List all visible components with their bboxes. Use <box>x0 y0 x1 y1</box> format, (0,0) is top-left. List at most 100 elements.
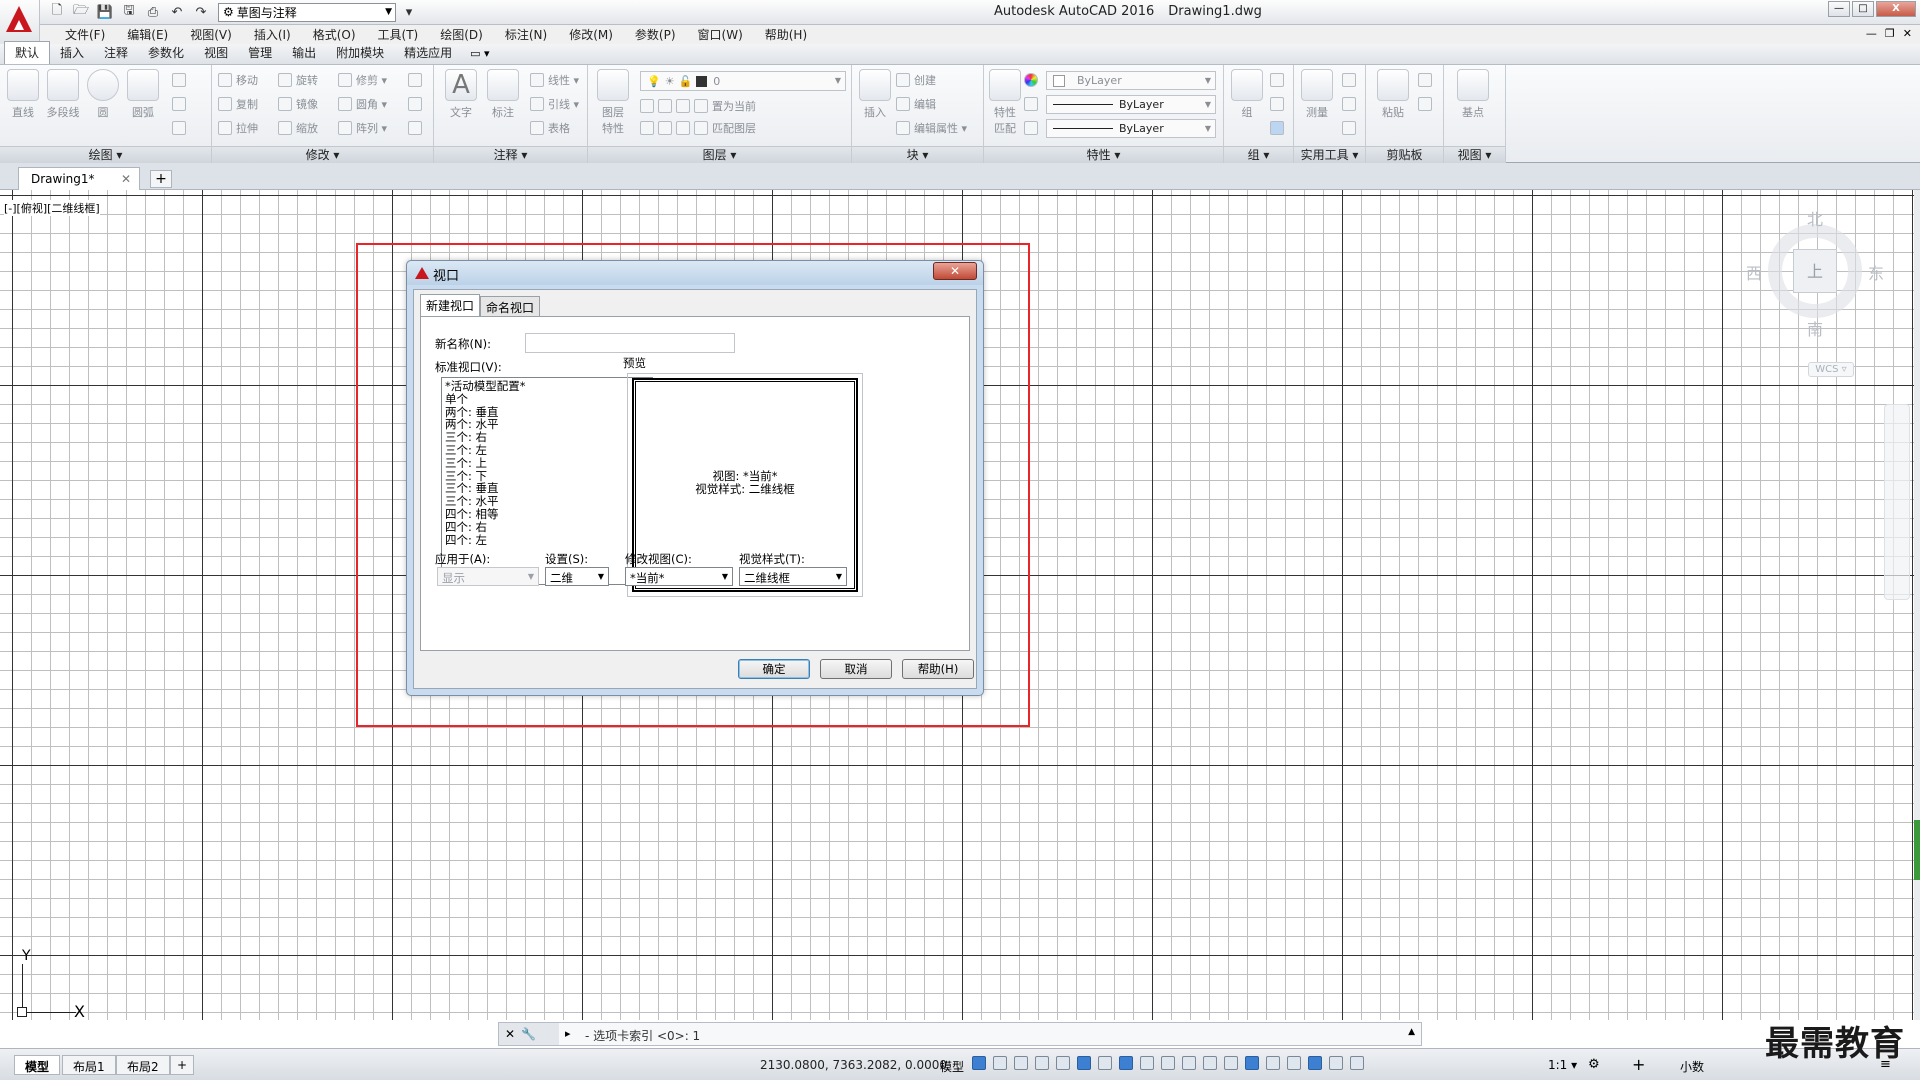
explode-tool[interactable] <box>408 95 422 113</box>
ribbon-tab-6[interactable]: 输出 <box>282 42 326 64</box>
ortho-icon[interactable] <box>1056 1056 1070 1070</box>
mirror-tool[interactable]: 镜像 <box>278 95 318 113</box>
group-edit-tool[interactable] <box>1270 95 1284 113</box>
layer-set-current-icon[interactable] <box>694 99 708 113</box>
annotation-scale-icon[interactable] <box>1350 1056 1364 1070</box>
compass-north[interactable]: 北 <box>1807 206 1823 230</box>
rotate-tool[interactable]: 旋转 <box>278 71 318 89</box>
dynamic-ucs-icon[interactable] <box>1245 1056 1259 1070</box>
save-as-icon[interactable]: 🖫 <box>118 2 140 22</box>
dimension-tool[interactable]: 标注 <box>484 69 522 120</box>
block-panel-title[interactable]: 块 ▾ <box>852 146 983 163</box>
list-item[interactable]: 单个 <box>445 392 649 406</box>
layers-panel-title[interactable]: 图层 ▾ <box>588 146 851 163</box>
layer-freeze-icon[interactable] <box>676 99 690 113</box>
linetype-select[interactable]: ByLayer ▼ <box>1046 95 1216 114</box>
quick-select-tool[interactable] <box>1342 71 1356 89</box>
object-snap-icon[interactable] <box>1140 1056 1154 1070</box>
trim-tool[interactable]: 修剪 ▾ <box>338 71 387 89</box>
leader-tool[interactable]: 引线 ▾ <box>530 95 579 113</box>
object-snap-tracking-icon[interactable] <box>1119 1056 1133 1070</box>
isometric-icon[interactable] <box>1098 1056 1112 1070</box>
insert-block-tool[interactable]: 插入 <box>856 69 894 120</box>
dialog-close-button[interactable]: ✕ <box>933 262 977 280</box>
list-item[interactable]: 四个: 右 <box>445 520 649 534</box>
new-file-icon[interactable]: 🗋 <box>46 2 68 22</box>
layer-on-icon[interactable] <box>640 121 654 135</box>
group-tool[interactable]: 组 <box>1228 69 1266 120</box>
grid-icon[interactable] <box>972 1056 986 1070</box>
selection-filter-icon[interactable] <box>1266 1056 1280 1070</box>
layer-properties-tool[interactable]: 图层 特性 <box>594 69 632 136</box>
measure-tool[interactable]: 测量 <box>1298 69 1336 120</box>
help-button[interactable]: 帮助(H) <box>902 659 974 679</box>
scrollbar-thumb[interactable] <box>1914 820 1920 880</box>
transparency-icon[interactable] <box>1182 1056 1196 1070</box>
polar-tracking-icon[interactable] <box>1077 1056 1091 1070</box>
menu-item-5[interactable]: 工具(T) <box>367 26 430 43</box>
paste-tool[interactable]: 粘贴 <box>1374 69 1412 120</box>
close-icon[interactable]: ✕ <box>505 1027 515 1041</box>
lineweight-toggle-icon[interactable] <box>1161 1056 1175 1070</box>
copy-tool[interactable]: 复制 <box>218 95 258 113</box>
list-item[interactable]: 四个: 左 <box>445 533 649 547</box>
erase-tool[interactable] <box>408 71 422 89</box>
rectangle-tool[interactable] <box>172 71 186 89</box>
menu-item-9[interactable]: 参数(P) <box>624 26 687 43</box>
polyline-tool[interactable]: 多段线 <box>44 69 82 120</box>
ribbon-tab-7[interactable]: 附加模块 <box>326 42 394 64</box>
layer-thaw-icon[interactable] <box>676 121 690 135</box>
edit-block-tool[interactable]: 编辑 <box>896 95 936 113</box>
calculator-tool[interactable] <box>1342 119 1356 137</box>
stretch-tool[interactable]: 拉伸 <box>218 119 258 137</box>
gear-icon[interactable]: ⚙ <box>1588 1057 1600 1072</box>
units-select[interactable]: 小数 <box>1680 1058 1704 1075</box>
change-view-select[interactable]: *当前* ▼ <box>625 567 733 586</box>
tab-named-viewports[interactable]: 命名视口 <box>480 296 541 316</box>
ribbon-minimize-button[interactable]: ▭ ▾ <box>470 47 489 64</box>
wcs-menu[interactable]: WCS ▿ <box>1808 362 1854 377</box>
arc-tool[interactable]: 圆弧 <box>124 69 162 120</box>
layer-isolate-icon[interactable] <box>658 99 672 113</box>
command-line[interactable]: ✕ 🔧 ▸ - 选项卡索引 <0>: 1 ▲ <box>498 1022 1422 1046</box>
visual-style-select[interactable]: 二维线框 ▼ <box>739 567 847 586</box>
menu-item-10[interactable]: 窗口(W) <box>687 26 754 43</box>
point-style-tool[interactable] <box>1342 95 1356 113</box>
linear-dim-tool[interactable]: 线性 ▾ <box>530 71 579 89</box>
layout-tab-model[interactable]: 模型 <box>14 1055 61 1075</box>
ellipse-tool[interactable] <box>172 119 186 137</box>
ribbon-tab-0[interactable]: 默认 <box>4 41 51 64</box>
color-wheel-icon[interactable] <box>1024 71 1038 89</box>
vertical-scrollbar[interactable] <box>1914 190 1920 1020</box>
ribbon-tab-2[interactable]: 注释 <box>94 42 138 64</box>
annotation-visibility-icon[interactable] <box>1308 1056 1322 1070</box>
hatch-tool[interactable] <box>172 95 186 113</box>
cut-tool[interactable] <box>1418 71 1432 89</box>
set-current-label[interactable]: 置为当前 <box>712 98 756 114</box>
command-prompt[interactable]: - 选项卡索引 <0>: 1 <box>585 1027 700 1044</box>
menu-item-1[interactable]: 编辑(E) <box>116 26 179 43</box>
list-item[interactable]: 三个: 上 <box>445 456 649 470</box>
dialog-title-bar[interactable]: 视口 ✕ <box>407 261 983 285</box>
array-tool[interactable]: 阵列 ▾ <box>338 119 387 137</box>
3d-osnap-icon[interactable] <box>1224 1056 1238 1070</box>
layout-tab-layout2[interactable]: 布局2 <box>116 1055 170 1075</box>
fillet-tool[interactable]: 圆角 ▾ <box>338 95 387 113</box>
gizmo-icon[interactable] <box>1287 1056 1301 1070</box>
redo-icon[interactable]: ↷ <box>190 2 212 22</box>
print-icon[interactable]: ⎙ <box>142 2 164 22</box>
save-icon[interactable]: 💾 <box>94 2 116 22</box>
viewcube-face-top[interactable]: 上 <box>1793 249 1837 293</box>
menu-item-0[interactable]: 文件(F) <box>54 26 116 43</box>
move-tool[interactable]: 移动 <box>218 71 258 89</box>
open-file-icon[interactable]: 🗁 <box>70 2 92 22</box>
ribbon-tab-5[interactable]: 管理 <box>238 42 282 64</box>
base-point-tool[interactable]: 基点 <box>1454 69 1492 120</box>
properties-panel-title[interactable]: 特性 ▾ <box>984 146 1223 163</box>
compass-south[interactable]: 南 <box>1807 316 1823 340</box>
menu-item-3[interactable]: 插入(I) <box>243 26 302 43</box>
new-tab-button[interactable]: + <box>150 170 172 188</box>
viewcube[interactable]: 上 北 南 东 西 <box>1746 206 1884 339</box>
edit-attribute-tool[interactable]: 编辑属性 ▾ <box>896 119 967 137</box>
viewport-controls-label[interactable]: [-][俯视][二维线框] <box>4 200 100 216</box>
